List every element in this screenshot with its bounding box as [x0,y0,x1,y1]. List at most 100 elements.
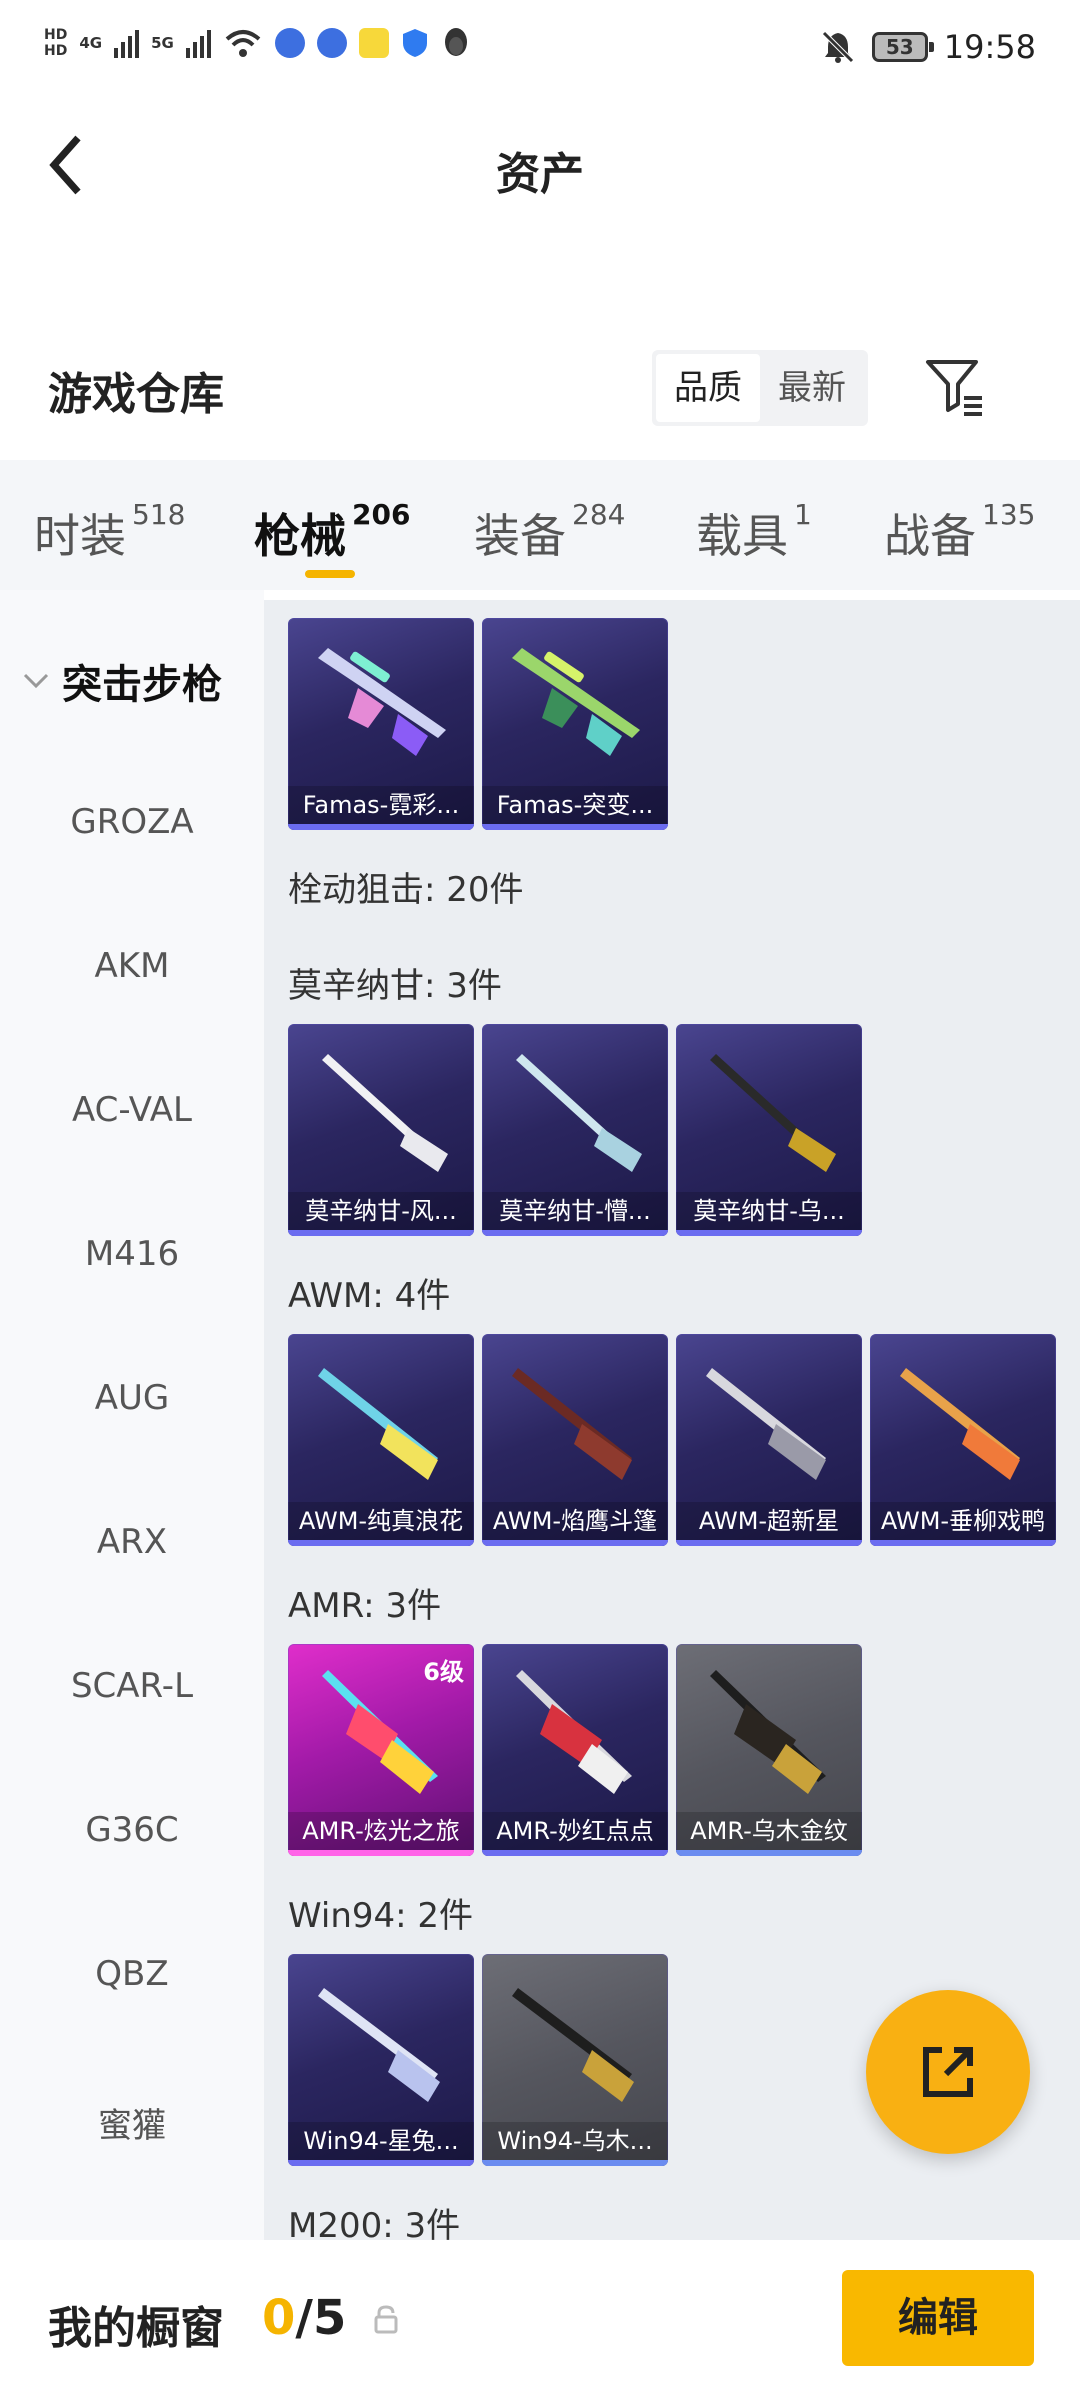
sidebar-item-ac-val[interactable]: AC-VAL [0,1090,264,1130]
sidebar-category-assault-rifle[interactable]: 突击步枪 [22,652,222,710]
skin-card[interactable]: 6级 AMR-炫光之旅 [288,1644,474,1856]
win94-skin-icon [318,1988,440,2102]
showcase-count-current: 0 [262,2290,296,2346]
sidebar-item-groza[interactable]: GROZA [0,802,264,842]
amr-skin-icon [710,1670,826,1794]
showcase-label: 我的橱窗 [48,2303,224,2354]
active-tab-indicator [305,570,355,578]
skin-card[interactable]: AWM-焰鹰斗篷 [482,1334,668,1546]
tab-vehicles[interactable]: 载具 1 [696,498,812,566]
skin-name: Win94-乌木... [482,2122,668,2160]
sidebar-item-m416[interactable]: M416 [0,1234,264,1274]
group-label-amr: AMR: 3件 [288,1586,442,1626]
signal-icon-2 [185,28,211,58]
weapon-sidebar: 突击步枪 GROZA AKM AC-VAL M416 AUG ARX SCAR-… [0,590,264,2240]
sidebar-item-aug[interactable]: AUG [0,1378,264,1418]
skin-card[interactable]: AWM-垂柳戏鸭 [870,1334,1056,1546]
tab-firearms[interactable]: 枪械 206 [254,498,411,566]
sidebar-item-arx[interactable]: ARX [0,1522,264,1562]
showcase-bar: 我的橱窗 0/5 编辑 [0,2240,1080,2400]
hd-indicator: HD HD [44,27,67,59]
famas-skin-icon [512,648,640,756]
group-label-awm: AWM: 4件 [288,1276,451,1316]
showcase-count: 0/5 [262,2290,346,2346]
status-right: 53 19:58 [820,28,1036,66]
sort-by-newest-button[interactable]: 最新 [760,354,864,422]
group-label-mosin: 莫辛纳甘: 3件 [288,966,502,1006]
tab-count: 518 [132,498,186,531]
tab-count: 135 [982,498,1036,531]
share-icon [923,2047,973,2097]
signal-icon [114,28,140,58]
skin-card[interactable]: Famas-突变... [482,618,668,830]
skin-card[interactable]: 莫辛纳甘-乌... [676,1024,862,1236]
awm-skin-icon [900,1368,1020,1480]
tab-label: 时装 [34,509,126,563]
awm-skin-icon [706,1368,826,1480]
sidebar-item-g36c[interactable]: G36C [0,1810,264,1850]
shield-icon [402,29,427,57]
skin-card[interactable]: AMR-妙红点点 [482,1644,668,1856]
tab-equipment[interactable]: 装备 284 [474,498,625,566]
clock: 19:58 [943,28,1036,66]
amr-skin-icon [516,1670,632,1794]
skin-name: AMR-妙红点点 [482,1812,668,1850]
filter-icon[interactable] [924,356,986,418]
hd-bottom: HD [44,43,68,59]
skin-name: Famas-突变... [482,786,668,824]
sidebar-item-akm[interactable]: AKM [0,946,264,986]
skin-name: AWM-垂柳戏鸭 [870,1502,1056,1540]
awm-skin-icon [318,1368,438,1480]
group-label-bolt-sniper: 栓动狙击: 20件 [288,870,524,910]
skin-card[interactable]: AWM-纯真浪花 [288,1334,474,1546]
tab-supplies[interactable]: 战备 135 [884,498,1036,566]
lock-icon [374,2305,398,2334]
network-type-1: 4G [79,34,103,52]
showcase-count-total: 5 [312,2290,347,2346]
sidebar-item-honey-badger[interactable]: 蜜獾 [0,2098,264,2147]
skin-card[interactable]: Win94-乌木... [482,1954,668,2166]
skin-card[interactable]: 莫辛纳甘-懵... [482,1024,668,1236]
edit-button[interactable]: 编辑 [842,2270,1034,2366]
skin-card[interactable]: 莫辛纳甘-风... [288,1024,474,1236]
sidebar-item-scar-l[interactable]: SCAR-L [0,1666,264,1706]
skin-name: 莫辛纳甘-乌... [676,1192,862,1230]
tab-label: 战备 [884,509,976,563]
rifle-skin-icon [516,1054,642,1172]
win94-skin-icon [512,1988,634,2102]
skin-name: AWM-焰鹰斗篷 [482,1502,668,1540]
skin-name: AMR-乌木金纹 [676,1812,862,1850]
skin-card[interactable]: AMR-乌木金纹 [676,1644,862,1856]
skin-card[interactable]: Win94-星兔... [288,1954,474,2166]
app-notification-icon-2 [316,28,347,58]
page-title: 资产 [496,149,584,200]
skin-name: 莫辛纳甘-懵... [482,1192,668,1230]
wifi-icon [225,30,261,57]
skin-name: AWM-纯真浪花 [288,1502,474,1540]
skin-name: Famas-霓彩... [288,786,474,824]
sort-toggle: 品质 最新 [652,350,868,426]
skin-name: AWM-超新星 [676,1502,862,1540]
group-label-m200: M200: 3件 [288,2206,461,2240]
share-button[interactable] [866,1990,1030,2154]
sort-by-quality-button[interactable]: 品质 [656,354,760,422]
category-tabs: 时装 518 枪械 206 装备 284 载具 1 战备 135 [0,460,1080,590]
skin-card[interactable]: Famas-霓彩... [288,618,474,830]
tab-label: 枪械 [254,509,346,563]
app-notification-icon-3 [358,28,389,58]
sidebar-item-qbz[interactable]: QBZ [0,1954,264,1994]
status-left: HD HD 4G 5G [44,26,471,60]
app-header: 资产 [0,100,1080,235]
sidebar-category-label: 突击步枪 [62,662,222,708]
penguin-icon [444,28,467,56]
tab-count: 1 [794,498,812,531]
tab-fashion[interactable]: 时装 518 [34,498,186,566]
network-type-2: 5G [151,34,174,52]
skin-card[interactable]: AWM-超新星 [676,1334,862,1546]
tab-count: 206 [352,498,411,531]
skin-name: Win94-星兔... [288,2122,474,2160]
asset-page: HD HD 4G 5G 53 19:58 资产 游戏仓库 品质 最新 时装 51… [0,0,1080,2400]
skin-name: AMR-炫光之旅 [288,1812,474,1850]
hd-top: HD [44,27,68,43]
group-label-win94: Win94: 2件 [288,1896,474,1936]
